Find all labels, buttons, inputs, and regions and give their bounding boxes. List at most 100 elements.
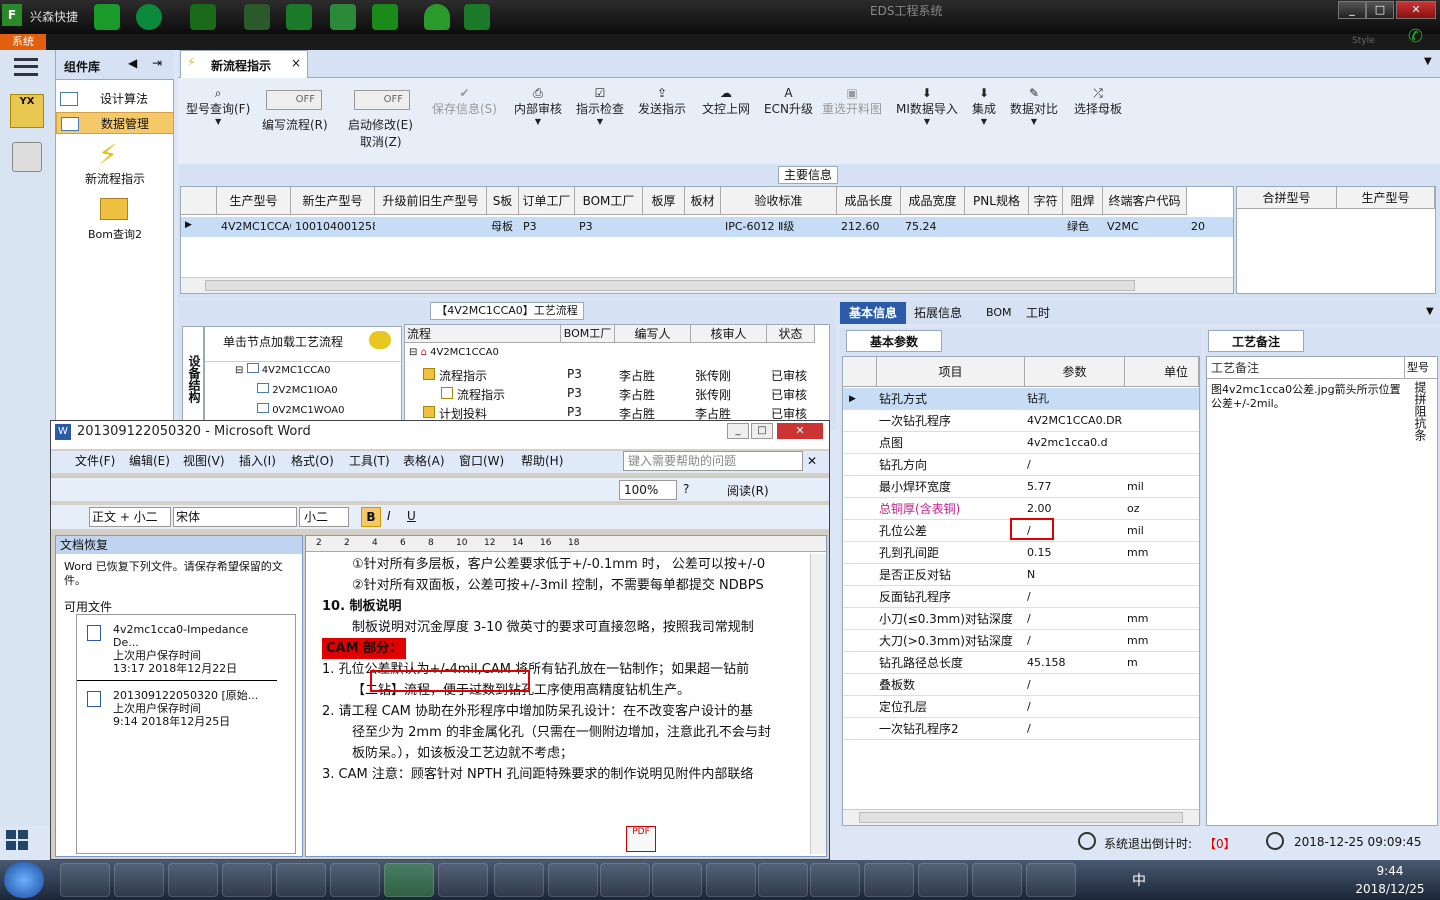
pin-icon[interactable]: ⇥	[152, 56, 162, 70]
data-compare-button[interactable]: ✎ 数据对比 ▼	[1010, 86, 1058, 126]
word-menu-item[interactable]: 插入(I)	[239, 451, 276, 471]
model-query-button[interactable]: ⌕ 型号查询(F) ▼	[186, 86, 250, 126]
param-row[interactable]: 大刀(>0.3mm)对钻深度 / mm	[843, 630, 1199, 652]
maximize-button[interactable]: □	[751, 423, 773, 439]
tree-node[interactable]: 0V2MC1WOA0	[257, 403, 345, 416]
maximize-button[interactable]: □	[1366, 1, 1394, 19]
write-flow-toggle[interactable]: OFF	[266, 90, 322, 110]
yx-factory-icon[interactable]: YX	[10, 94, 44, 128]
column-header[interactable]: 订单工厂	[519, 187, 575, 215]
notes-tab[interactable]: 工艺备注	[1208, 330, 1304, 352]
param-value[interactable]: /	[1027, 674, 1123, 696]
clock-time[interactable]: 9:44	[1360, 864, 1420, 878]
ie-icon[interactable]	[222, 863, 272, 897]
font-select[interactable]: 宋体	[173, 507, 297, 527]
document-line[interactable]: CAM 部分：	[322, 638, 407, 659]
param-row[interactable]: 钻孔路径总长度 45.158 m	[843, 652, 1199, 674]
tab-new-process[interactable]: ⚡ 新流程指示 ×	[180, 50, 308, 78]
x-app-icon[interactable]	[706, 863, 756, 897]
param-row[interactable]: 是否正反对钻 N	[843, 564, 1199, 586]
param-row[interactable]: 叠板数 /	[843, 674, 1199, 696]
folder-icon[interactable]	[100, 198, 128, 220]
param-value[interactable]: 4v2mc1cca0.d	[1027, 432, 1123, 454]
param-row[interactable]: 总铜厚(含表铜) 2.00 oz	[843, 498, 1199, 520]
x-app-icon[interactable]	[652, 863, 702, 897]
calculator-icon[interactable]	[12, 142, 42, 172]
x-app-icon[interactable]	[548, 863, 598, 897]
x-app-icon[interactable]	[758, 863, 808, 897]
table-cell[interactable]: 绿色	[1063, 217, 1103, 237]
tree-node[interactable]: 2V2MC1IOA0	[257, 383, 338, 396]
zoom-select[interactable]: 100%	[619, 480, 677, 500]
table-cell[interactable]: P3	[575, 217, 643, 237]
param-row[interactable]: 最小焊环宽度 5.77 mil	[843, 476, 1199, 498]
close-doc-icon[interactable]: ✕	[807, 451, 817, 471]
close-button[interactable]: ✕	[777, 423, 823, 439]
param-value[interactable]: /	[1027, 608, 1123, 630]
column-header[interactable]: 成品宽度	[901, 187, 965, 215]
user-icon[interactable]	[424, 4, 450, 30]
column-header[interactable]: BOM工厂	[561, 325, 615, 343]
column-header[interactable]: 新生产型号	[291, 187, 375, 215]
tab-bom[interactable]: BOM	[986, 302, 1012, 324]
shell-icon[interactable]	[114, 863, 164, 897]
style-select[interactable]: 正文 + 小二	[89, 507, 171, 527]
param-row[interactable]: 钻孔方向 /	[843, 454, 1199, 476]
document-line[interactable]: 10. 制板说明	[322, 596, 402, 617]
hamburger-menu-icon[interactable]	[14, 58, 38, 76]
column-header[interactable]: 板材	[685, 187, 721, 215]
table-cell[interactable]: P3	[519, 217, 575, 237]
chevron-down-icon[interactable]: ▼	[1424, 56, 1432, 67]
network-app-icon[interactable]	[864, 863, 914, 897]
read-mode-button[interactable]: 阅读(R)	[727, 482, 769, 499]
reselect-cutting-button[interactable]: ▣ 重选开料图	[822, 86, 882, 117]
ecn-upgrade-button[interactable]: A ECN升级	[764, 86, 813, 117]
side-note[interactable]: 提拼阻抗条	[1411, 381, 1427, 441]
underline-button[interactable]: U	[407, 509, 416, 523]
column-header[interactable]: 生产型号	[217, 187, 291, 215]
word-menu-item[interactable]: 编辑(E)	[129, 451, 170, 471]
chevron-down-icon[interactable]: ▼	[1426, 306, 1434, 317]
document-line[interactable]: 3. CAM 注意：顾客针对 NPTH 孔间距特殊要求的制作说明见附件内部联络	[322, 764, 753, 785]
tab-basic-info[interactable]: 基本信息	[840, 302, 906, 324]
param-value[interactable]: 45.158	[1027, 652, 1123, 674]
excel-taskbar-icon[interactable]	[972, 863, 1022, 897]
phone-icon[interactable]: ✆	[1408, 26, 1423, 47]
clock-date[interactable]: 2018/12/25	[1352, 882, 1428, 896]
internal-review-button[interactable]: ⎙ 内部审核 ▼	[514, 86, 562, 126]
param-row[interactable]: 一次钻孔程序 4V2MC1CCA0.DRL	[843, 410, 1199, 432]
system-tab[interactable]: 系统	[0, 34, 46, 50]
column-header[interactable]: 终端客户代码	[1103, 187, 1187, 215]
flow-row[interactable]: 流程指示 P3 李占胜 张传刚 已审核	[405, 384, 817, 403]
param-row[interactable]: 一次钻孔程序2 /	[843, 718, 1199, 740]
word-menu-item[interactable]: 表格(A)	[403, 451, 445, 471]
list-item[interactable]: 201309122050320 [原始... 上次用户保存时间 9:14 201…	[77, 689, 277, 741]
minimize-button[interactable]: _	[1338, 1, 1366, 19]
column-header[interactable]: 参数	[1025, 357, 1125, 387]
bom-query-tool[interactable]: Bom查询2	[56, 226, 174, 242]
mi-data-import-button[interactable]: ⬇ MI数据导入 ▼	[896, 86, 958, 126]
param-value[interactable]: N	[1027, 564, 1123, 586]
document-page[interactable]: ①针对所有多层板，客户公差要求低于+/-0.1mm 时， 公差可以按+/-0 ②针…	[322, 554, 806, 854]
style-label[interactable]: Style	[1352, 36, 1375, 46]
param-value[interactable]: 0.15	[1027, 542, 1123, 564]
select-motherboard-button[interactable]: ⤮ 选择母板	[1074, 86, 1122, 117]
flow-row[interactable]: 流程指示 P3 李占胜 张传刚 已审核	[405, 365, 817, 384]
eye-app-icon[interactable]	[438, 863, 488, 897]
column-header[interactable]: 工艺备注	[1207, 357, 1405, 379]
document-line[interactable]: 制板说明对沉金厚度 3-10 微英寸的要求可直接忽略，按照我司常规制	[352, 617, 754, 638]
param-row[interactable]: 小刀(≤0.3mm)对钻深度 / mm	[843, 608, 1199, 630]
column-header[interactable]: 板厚	[643, 187, 685, 215]
windows-grid-icon[interactable]	[6, 830, 30, 850]
column-header[interactable]: 流程	[405, 325, 561, 343]
document-line[interactable]: 径至少为 2mm 的非金属化孔（只需在一侧附边增加，注意此孔不会与封	[352, 722, 771, 743]
column-header[interactable]: 阻焊	[1063, 187, 1103, 215]
document-line[interactable]: ①针对所有多层板，客户公差要求低于+/-0.1mm 时， 公差可以按+/-0	[352, 554, 765, 575]
collapse-icon[interactable]: ◀	[128, 56, 137, 70]
cancel-button[interactable]: 取消(Z)	[360, 133, 402, 150]
param-value[interactable]: 2.00	[1027, 498, 1123, 520]
param-value[interactable]: 4V2MC1CCA0.DRL	[1027, 410, 1123, 432]
param-row[interactable]: 反面钻孔程序 /	[843, 586, 1199, 608]
param-value[interactable]: /	[1027, 718, 1123, 740]
start-modify-toggle[interactable]: OFF	[354, 90, 410, 110]
